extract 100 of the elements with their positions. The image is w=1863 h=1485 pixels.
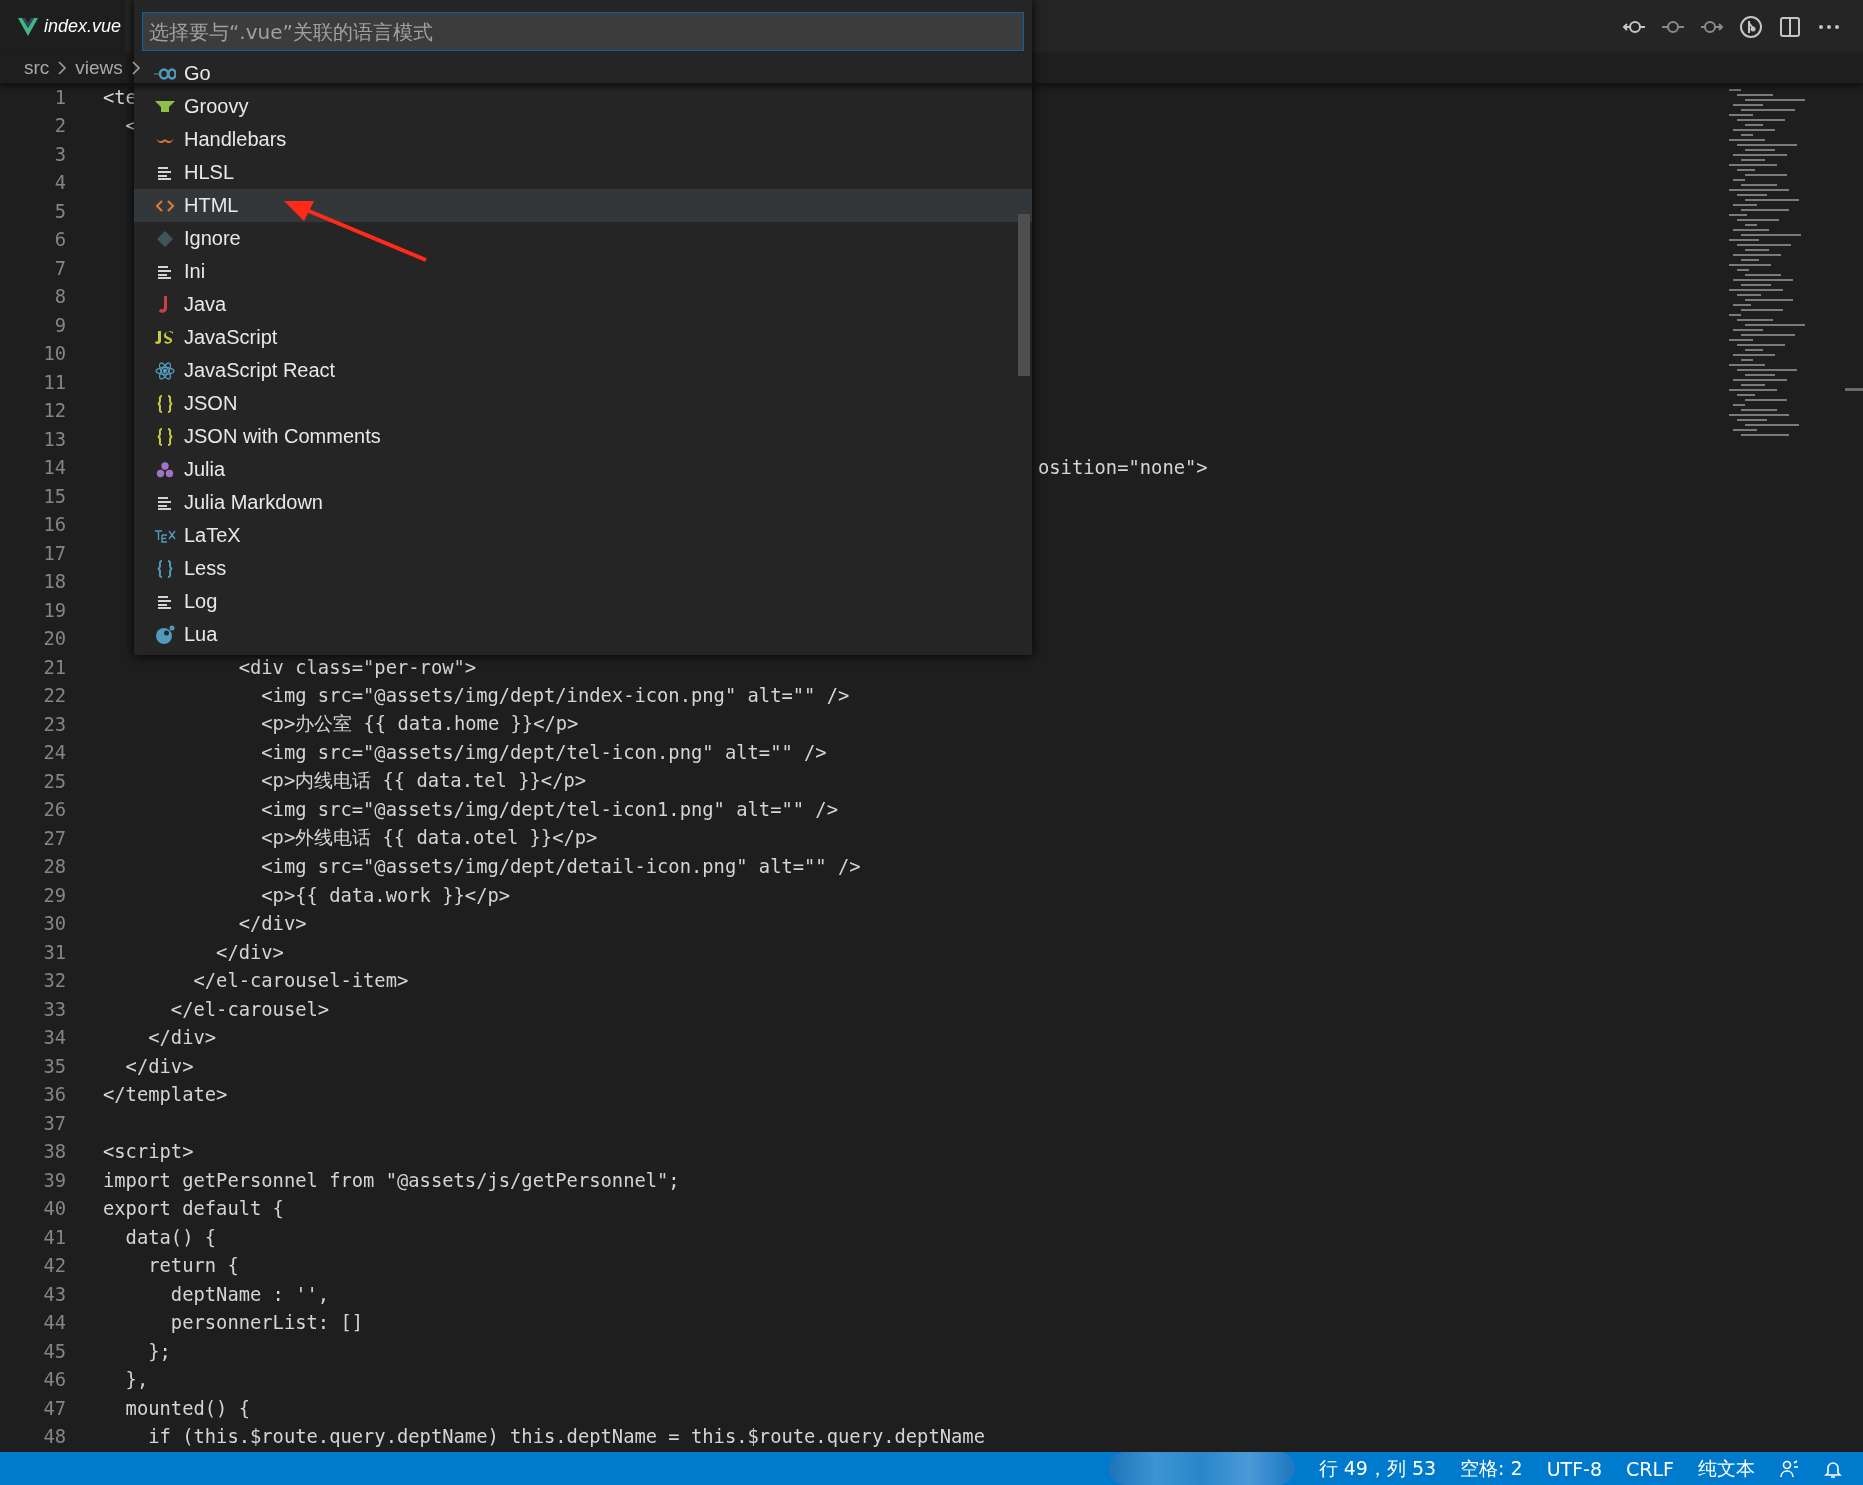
split-editor-icon[interactable] bbox=[1778, 14, 1802, 39]
editor-tab[interactable]: index.vue bbox=[0, 0, 126, 53]
language-option[interactable]: Julia Markdown bbox=[134, 486, 1032, 519]
three-dots-icon bbox=[156, 461, 174, 478]
text-lines-icon bbox=[158, 594, 172, 609]
language-option[interactable]: Less bbox=[134, 552, 1032, 585]
line-number: 40 bbox=[42, 1198, 66, 1220]
status-item[interactable]: UTF-8 bbox=[1546, 1457, 1602, 1480]
language-option[interactable]: JavaScript bbox=[134, 321, 1032, 354]
diamond-icon bbox=[156, 229, 174, 248]
line-number: 22 bbox=[42, 685, 66, 707]
line-number: 10 bbox=[42, 343, 66, 365]
line-number: 30 bbox=[42, 913, 66, 935]
line-number: 39 bbox=[42, 1169, 66, 1191]
chevron-icon bbox=[130, 61, 141, 75]
language-option[interactable]: Julia bbox=[134, 453, 1032, 486]
text-lines-icon bbox=[158, 165, 172, 180]
language-option[interactable]: Ini bbox=[134, 255, 1032, 288]
groovy-icon bbox=[155, 99, 175, 114]
scrollbar-thumb[interactable] bbox=[1018, 214, 1030, 376]
code-line: <p>办公室 {{ data.home }}</p> bbox=[260, 712, 579, 737]
line-number: 2 bbox=[53, 115, 66, 137]
code-line: if (this.$route.query.deptName) this.deptName = this.$route.query.deptName bbox=[147, 1426, 985, 1448]
code-line: </el-carousel> bbox=[169, 998, 330, 1020]
scrollbar-thumb[interactable] bbox=[1845, 388, 1863, 391]
search-field[interactable]: 选择要与“.vue”关联的语言模式 bbox=[142, 12, 1024, 51]
language-option[interactable]: Log bbox=[134, 585, 1032, 618]
code-line: }; bbox=[147, 1340, 171, 1362]
language-option[interactable]: Groovy bbox=[134, 90, 1032, 123]
line-number: 13 bbox=[42, 428, 66, 450]
line-number: 3 bbox=[53, 143, 66, 165]
status-item[interactable]: CRLF bbox=[1626, 1457, 1674, 1480]
line-number: 47 bbox=[42, 1397, 66, 1419]
code-line: </div> bbox=[237, 913, 307, 935]
status-item[interactable]: 行 49，列 53 bbox=[1318, 1455, 1437, 1482]
line-number: 42 bbox=[42, 1255, 66, 1277]
line-number: 25 bbox=[42, 770, 66, 792]
moon-icon bbox=[155, 624, 175, 645]
code-line: <img src="@assets/img/dept/tel-icon.png" alt="" /> bbox=[260, 742, 827, 764]
code-line: </div> bbox=[124, 1055, 194, 1077]
go-icon bbox=[154, 67, 176, 80]
language-option[interactable]: Go bbox=[134, 57, 1032, 90]
text-lines-icon bbox=[158, 264, 172, 279]
line-number: 45 bbox=[42, 1340, 66, 1362]
breadcrumb-item[interactable]: src bbox=[24, 57, 50, 79]
language-option[interactable]: JavaScript React bbox=[134, 354, 1032, 387]
language-option[interactable]: JSON with Comments bbox=[134, 420, 1032, 453]
git-branch-icon[interactable] bbox=[1739, 14, 1763, 39]
chevron-icon bbox=[57, 61, 68, 75]
line-number: 38 bbox=[42, 1141, 66, 1163]
code-line: deptName : '', bbox=[169, 1283, 330, 1305]
vue-logo-icon bbox=[18, 17, 38, 36]
code-brackets-icon bbox=[156, 198, 174, 213]
line-number: 46 bbox=[42, 1369, 66, 1391]
code-line: </el-carousel-item> bbox=[192, 970, 409, 992]
line-number: 16 bbox=[42, 514, 66, 536]
code-line: import getPersonnel from "@assets/js/getPersonnel"; bbox=[103, 1169, 680, 1191]
breadcrumb-item[interactable]: views bbox=[75, 57, 123, 79]
line-number: 7 bbox=[53, 257, 66, 279]
line-number: 5 bbox=[53, 200, 66, 222]
code-line: <img src="@assets/img/dept/index-icon.png" alt="" /> bbox=[260, 685, 850, 707]
line-number: 43 bbox=[42, 1283, 66, 1305]
line-number: 23 bbox=[42, 713, 66, 735]
code-line: osition="none"> bbox=[1038, 457, 1208, 479]
code-line: <img src="@assets/img/dept/detail-icon.png" alt="" /> bbox=[260, 856, 861, 878]
line-number: 20 bbox=[42, 628, 66, 650]
code-line: personnerList: [] bbox=[169, 1312, 364, 1334]
code-line: }, bbox=[124, 1369, 149, 1391]
js-icon bbox=[155, 330, 175, 345]
code-line: data() { bbox=[124, 1226, 217, 1248]
status-item[interactable]: 空格: 2 bbox=[1460, 1455, 1523, 1482]
line-number: 15 bbox=[42, 485, 66, 507]
language-option[interactable]: Java bbox=[134, 288, 1032, 321]
code-line: export default { bbox=[103, 1198, 284, 1220]
braces-icon bbox=[157, 394, 173, 413]
line-number: 48 bbox=[42, 1426, 66, 1448]
language-option[interactable]: HLSL bbox=[134, 156, 1032, 189]
language-option[interactable]: Handlebars bbox=[134, 123, 1032, 156]
line-number: 21 bbox=[42, 656, 66, 678]
line-number: 29 bbox=[42, 884, 66, 906]
code-line: return { bbox=[147, 1255, 239, 1277]
line-number: 24 bbox=[42, 742, 66, 764]
language-option[interactable]: Ignore bbox=[134, 222, 1032, 255]
language-option[interactable]: Lua bbox=[134, 618, 1032, 651]
code-line: </template> bbox=[103, 1084, 228, 1106]
feedback-icon[interactable] bbox=[1779, 1458, 1799, 1479]
language-option[interactable]: HTML bbox=[134, 189, 1032, 222]
line-number: 31 bbox=[42, 941, 66, 963]
line-number: 4 bbox=[53, 172, 66, 194]
line-number: 27 bbox=[42, 827, 66, 849]
tex-icon bbox=[154, 528, 176, 543]
status-item[interactable]: 纯文本 bbox=[1698, 1455, 1755, 1482]
language-option[interactable]: LaTeX bbox=[134, 519, 1032, 552]
code-line: <img src="@assets/img/dept/tel-icon1.png" alt="" /> bbox=[260, 799, 838, 821]
line-number: 12 bbox=[42, 400, 66, 422]
code-line: <p>内线电话 {{ data.tel }}</p> bbox=[260, 769, 587, 794]
line-number: 37 bbox=[42, 1112, 66, 1134]
line-number: 26 bbox=[42, 799, 66, 821]
language-option[interactable]: JSON bbox=[134, 387, 1032, 420]
line-number: 1 bbox=[53, 86, 66, 108]
